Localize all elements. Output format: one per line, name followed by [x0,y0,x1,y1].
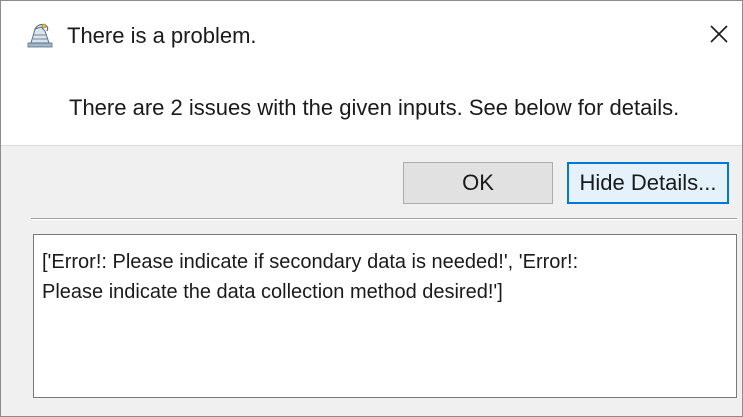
message-text: There are 2 issues with the given inputs… [69,95,680,120]
error-dialog: There is a problem. There are 2 issues w… [0,0,743,417]
hide-details-button[interactable]: Hide Details... [567,162,729,204]
button-panel: OK Hide Details... ['Error!: Please indi… [1,145,742,416]
message-area: There are 2 issues with the given inputs… [1,81,742,145]
details-textbox[interactable]: ['Error!: Please indicate if secondary d… [33,234,737,398]
title-bar: There is a problem. [1,1,742,81]
dialog-title: There is a problem. [67,23,257,48]
close-button[interactable] [702,17,736,55]
ok-button[interactable]: OK [403,162,553,204]
python-tk-icon [25,21,55,51]
separator [31,218,737,220]
close-icon [709,24,729,49]
